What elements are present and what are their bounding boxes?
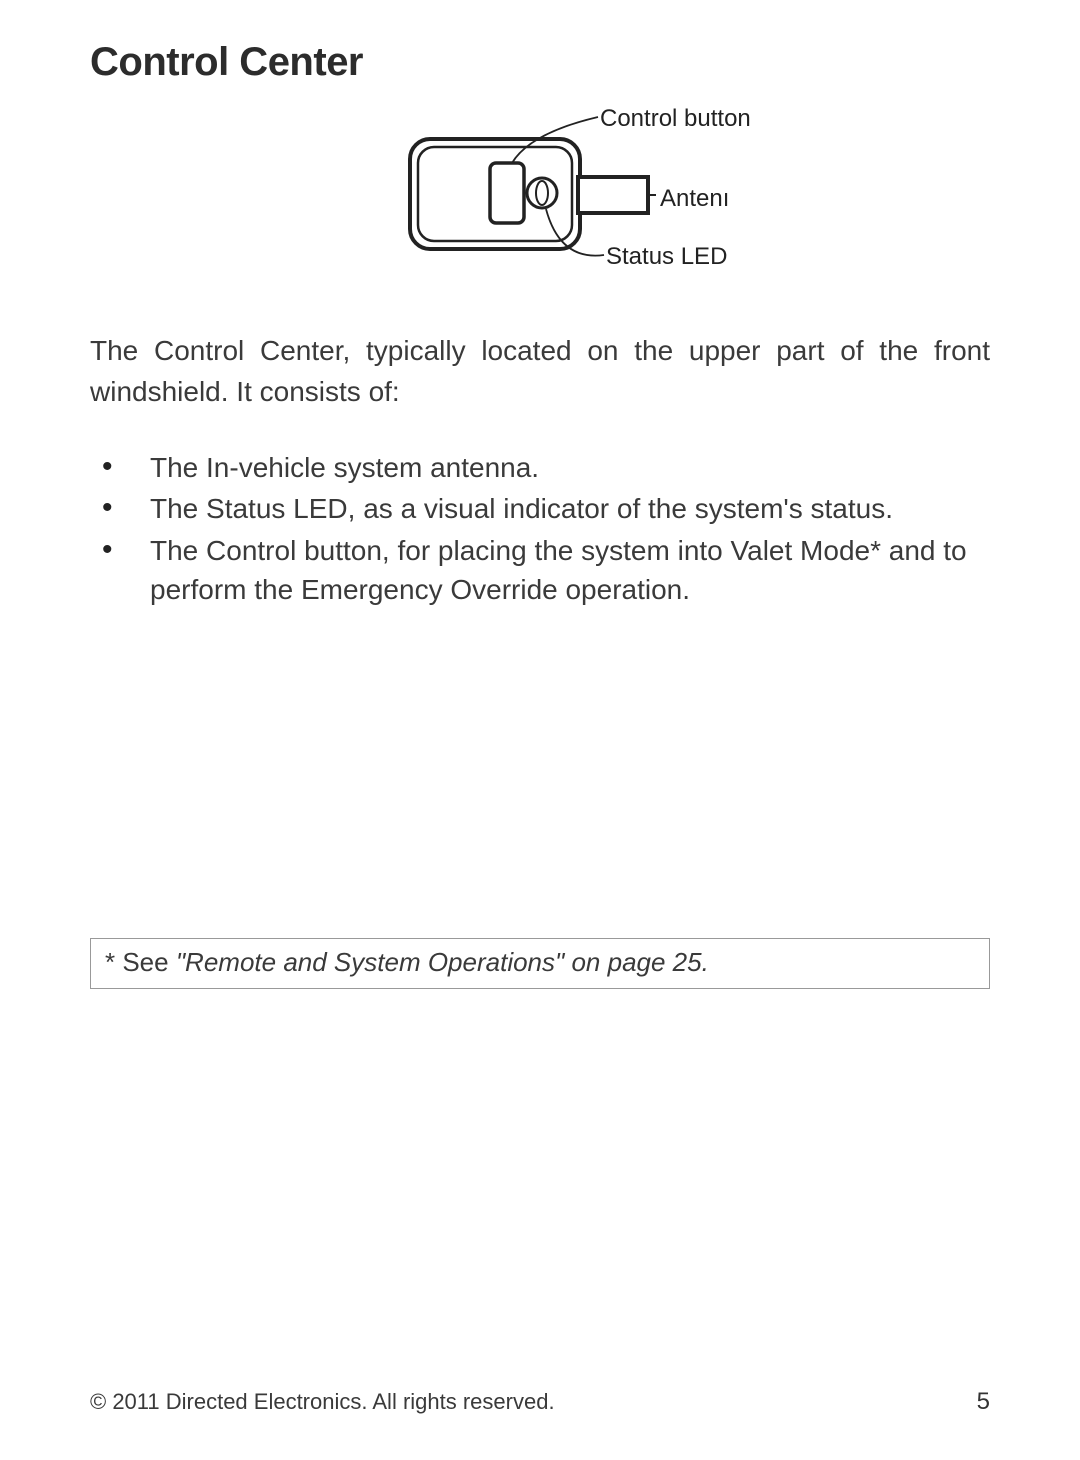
control-center-diagram: Control button Antenı Status LED — [220, 113, 860, 283]
diagram-container: Control button Antenı Status LED — [90, 113, 990, 283]
intro-paragraph: The Control Center, typically located on… — [90, 331, 990, 412]
page-number: 5 — [977, 1388, 990, 1416]
page-footer: © 2011 Directed Electronics. All rights … — [90, 1388, 990, 1416]
copyright-text: © 2011 Directed Electronics. All rights … — [90, 1389, 555, 1415]
list-item: The Status LED, as a visual indicator of… — [94, 489, 990, 528]
diagram-label-status-led: Status LED — [606, 243, 727, 271]
diagram-label-antenna: Antenı — [660, 185, 729, 213]
page-heading: Control Center — [90, 40, 990, 85]
diagram-label-control-button: Control button — [600, 105, 751, 133]
footnote-prefix: * See — [105, 947, 176, 977]
footnote-box: * See "Remote and System Operations" on … — [90, 938, 990, 989]
control-center-illustration — [220, 113, 860, 283]
list-item: The In-vehicle system antenna. — [94, 448, 990, 487]
footnote-reference: "Remote and System Operations" on page 2… — [176, 947, 709, 977]
list-item: The Control button, for placing the syst… — [94, 531, 990, 609]
feature-list: The In-vehicle system antenna. The Statu… — [90, 448, 990, 609]
